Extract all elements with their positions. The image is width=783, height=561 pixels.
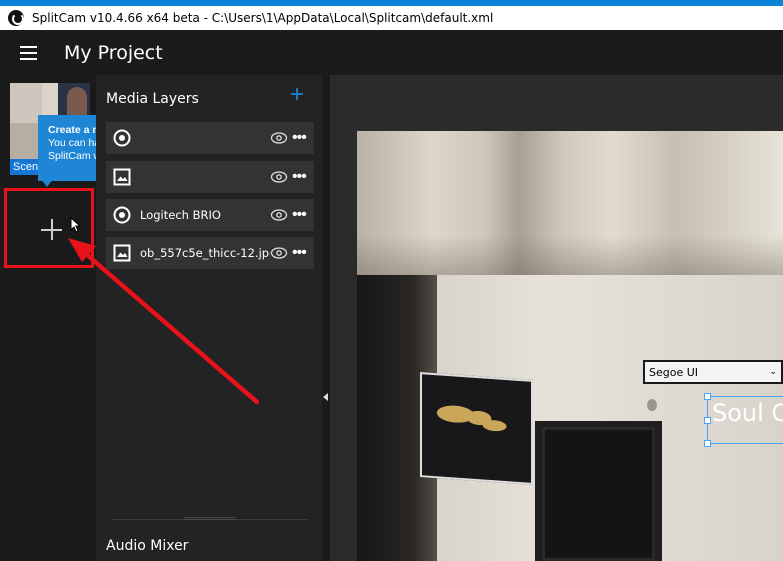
more-options-icon[interactable]: •••: [292, 207, 310, 223]
visibility-eye-icon[interactable]: [270, 208, 288, 222]
resize-grip[interactable]: [184, 517, 236, 520]
media-layers-title: Media Layers: [106, 91, 199, 107]
app-header: My Project: [0, 30, 783, 75]
panel-splitter[interactable]: [322, 75, 330, 561]
splitcam-logo-icon: [8, 10, 24, 26]
image-icon: [112, 167, 132, 187]
chevron-down-icon: ⌄: [769, 367, 777, 377]
project-title: My Project: [64, 41, 163, 64]
webcam-icon: [112, 205, 132, 225]
resize-handle[interactable]: [704, 393, 711, 400]
hamburger-menu-icon[interactable]: [0, 30, 56, 75]
more-options-icon[interactable]: •••: [292, 169, 310, 185]
visibility-eye-icon[interactable]: [270, 170, 288, 184]
layer-row[interactable]: ob_557c5e_thicc-12.jpg •••: [106, 237, 314, 269]
layer-row[interactable]: •••: [106, 161, 314, 193]
tooltip-tail: [41, 179, 53, 187]
door: [542, 427, 655, 561]
visibility-eye-icon[interactable]: [270, 246, 288, 260]
mouse-cursor-icon: [70, 217, 82, 233]
resize-handle[interactable]: [704, 440, 711, 447]
font-select-dropdown[interactable]: Segoe UI ⌄: [643, 360, 783, 384]
webcam-icon: [112, 128, 132, 148]
camera-preview[interactable]: Segoe UI ⌄ Soul C: [357, 131, 783, 561]
more-options-icon[interactable]: •••: [292, 130, 310, 146]
layer-row[interactable]: •••: [106, 122, 314, 154]
text-overlay: Soul C: [712, 399, 783, 427]
audio-mixer-title[interactable]: Audio Mixer: [106, 538, 188, 554]
layer-row[interactable]: Logitech BRIO •••: [106, 199, 314, 231]
font-select-value: Segoe UI: [649, 365, 699, 379]
world-map-poster: [420, 372, 533, 485]
window-titlebar: SplitCam v10.4.66 x64 beta - C:\Users\1\…: [0, 6, 783, 30]
more-options-icon[interactable]: •••: [292, 245, 310, 261]
add-scene-button[interactable]: [4, 188, 94, 268]
media-layers-panel: Media Layers + ••• ••• Logitech BRIO •••…: [96, 75, 322, 561]
visibility-eye-icon[interactable]: [270, 131, 288, 145]
collapse-arrow-icon[interactable]: [323, 393, 328, 401]
layer-label: ob_557c5e_thicc-12.jpg: [140, 246, 270, 260]
preview-area: Segoe UI ⌄ Soul C: [330, 75, 783, 561]
image-icon: [112, 243, 132, 263]
add-layer-plus-icon[interactable]: +: [286, 83, 308, 107]
layer-label: Logitech BRIO: [140, 208, 221, 222]
resize-handle[interactable]: [704, 417, 711, 424]
window-title: SplitCam v10.4.66 x64 beta - C:\Users\1\…: [32, 11, 494, 25]
